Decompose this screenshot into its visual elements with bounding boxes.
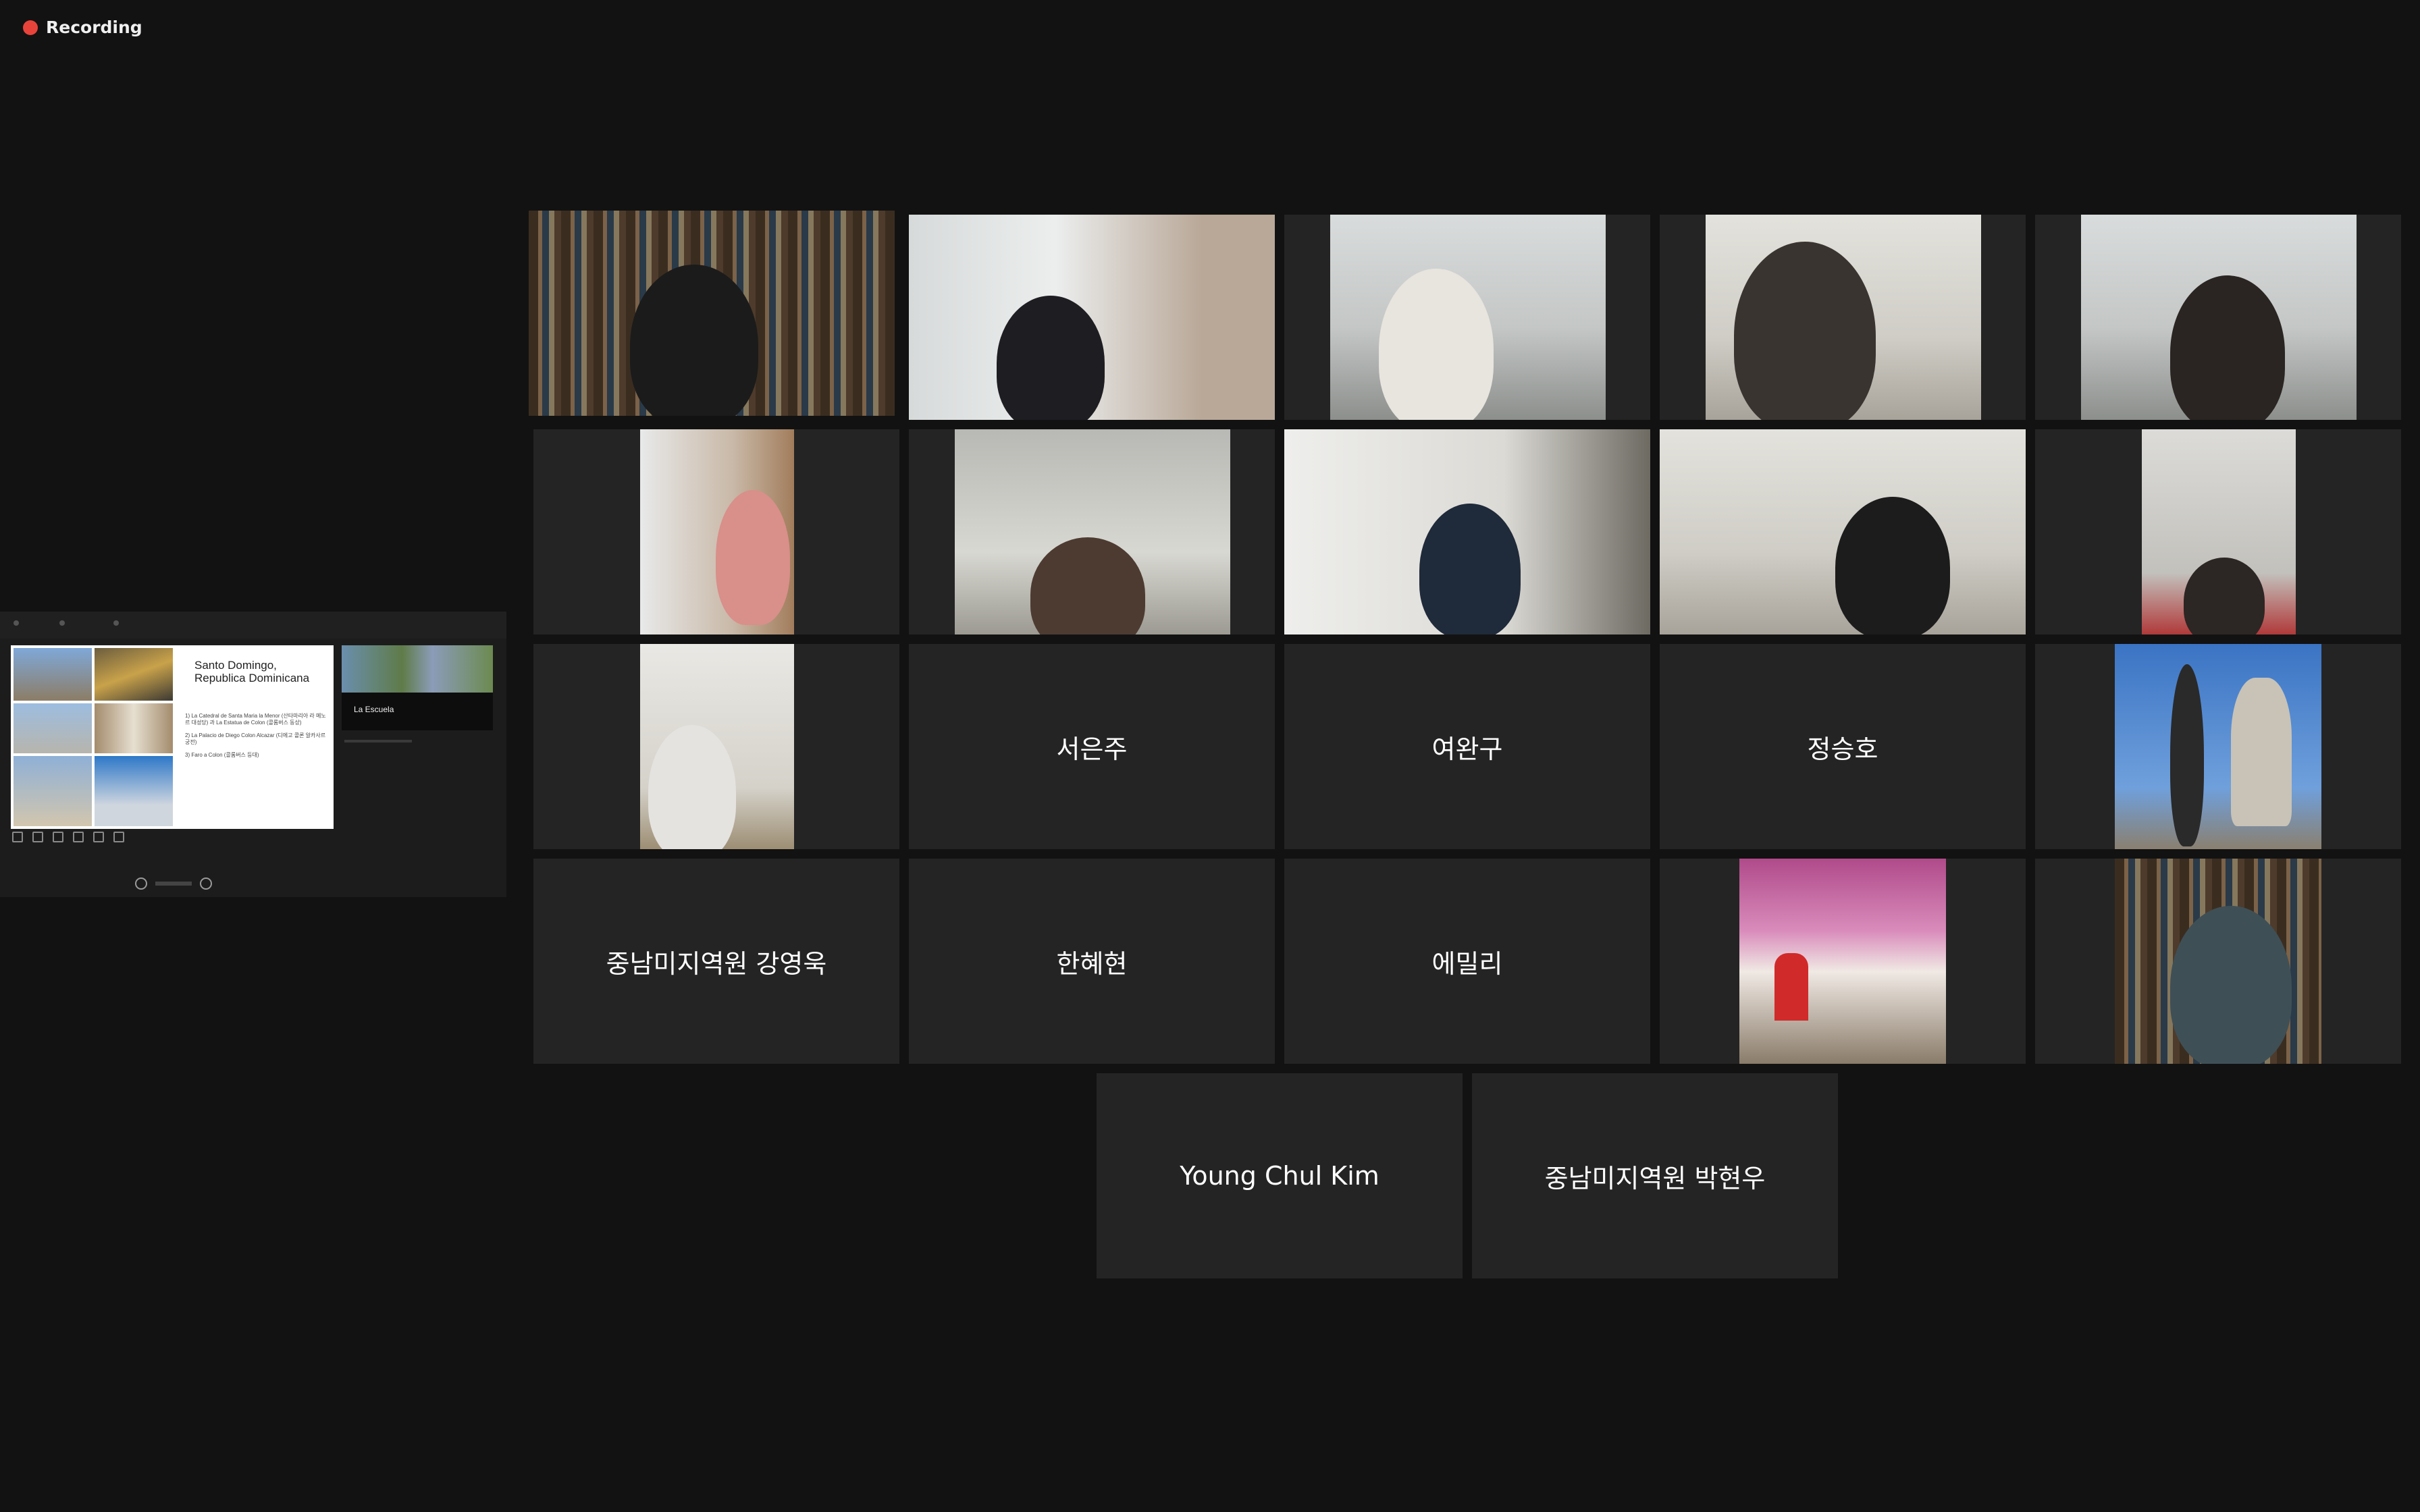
subtitle-icon[interactable] [93,832,104,842]
slide-bullet: 2) La Palacio de Diego Colon Alcazar (디에… [185,732,326,745]
participant-name: 중남미지역원 강영욱 [606,948,827,979]
participant-name [1660,215,2026,420]
annotation-tools [12,832,124,842]
next-slide-label: La Escuela [354,705,394,714]
slide-progress [155,882,192,886]
participant-name [1284,429,1650,634]
next-slide-photo [342,645,493,693]
participant-tile[interactable] [2035,859,2401,1064]
pen-icon[interactable] [12,832,23,842]
grid-icon[interactable] [32,832,43,842]
previous-slide-icon[interactable] [135,878,147,890]
participant-tile[interactable]: 여완구 [1284,644,1650,849]
participant-name: 여완구 [1431,734,1503,764]
slide-title: Santo Domingo, Republica Dominicana [194,659,310,684]
participant-tile[interactable] [1284,215,1650,420]
participant-tile[interactable] [1660,215,2026,420]
participant-tile[interactable] [2035,215,2401,420]
participant-name: 정승호 [1807,734,1878,764]
participant-tile[interactable]: 한혜현 [909,859,1275,1064]
next-slide-preview[interactable]: La Escuela [342,645,493,730]
current-slide: Santo Domingo, Republica Dominicana 1) L… [11,645,334,829]
participant-name: 중남미지역원 박현우 [1544,1163,1766,1193]
participant-name [2035,859,2401,1064]
slide-photo [95,648,173,701]
participant-name [1284,215,1650,420]
participant-tile[interactable] [533,644,899,849]
participant-tile[interactable]: 에밀리 [1284,859,1650,1064]
record-dot-icon [23,20,38,35]
participant-tile[interactable]: 중남미지역원 박현우 [1472,1073,1838,1278]
pointer-icon[interactable] [73,832,84,842]
participant-name [533,644,899,849]
participant-name: 한혜현 [1056,948,1128,979]
participant-tile[interactable]: Young Chul Kim [1097,1073,1463,1278]
participant-tile[interactable]: 중남미지역원 강영욱 [533,859,899,1064]
slide-bullet: 1) La Catedral de Santa Maria la Menor (… [185,713,326,726]
participant-tile[interactable] [1660,429,2026,634]
participant-tile[interactable] [909,429,1275,634]
participant-tile[interactable] [2035,644,2401,849]
participant-tile[interactable]: 정승호 [1660,644,2026,849]
slide-photo [14,756,92,826]
more-icon[interactable] [113,832,124,842]
screen-share-preview[interactable]: Santo Domingo, Republica Dominicana 1) L… [0,612,506,897]
participant-tile[interactable] [533,429,899,634]
next-slide-icon[interactable] [200,878,212,890]
participant-tile[interactable] [529,211,895,416]
participant-name [533,429,899,634]
participant-name [2035,429,2401,634]
participant-tile[interactable] [1660,859,2026,1064]
participant-name: 서은주 [1056,734,1128,764]
participant-name [909,429,1275,634]
slide-photo [95,756,173,826]
tab-dot-icon [113,620,119,626]
zoom-icon[interactable] [53,832,63,842]
slide-photo [95,703,173,753]
tab-dot-icon [59,620,65,626]
participant-tile[interactable] [2035,429,2401,634]
participant-tile[interactable]: 서은주 [909,644,1275,849]
slide-bullet: 3) Faro a Colon (콜롬버스 등대) [185,752,259,758]
participant-name: 에밀리 [1431,948,1503,979]
slide-photo [14,648,92,701]
participant-tile[interactable] [909,215,1275,420]
participant-name [2035,644,2401,849]
recording-indicator[interactable]: Recording [23,18,142,37]
participant-tile[interactable] [1284,429,1650,634]
share-toolbar [0,612,506,639]
participant-name [529,211,895,416]
participant-name [2035,215,2401,420]
participant-name [909,215,1275,420]
speaker-notes [344,740,412,742]
recording-label: Recording [46,18,142,37]
slide-bullets: 1) La Catedral de Santa Maria la Menor (… [185,713,328,765]
slide-navigation [135,878,212,890]
participant-name [1660,429,2026,634]
tab-dot-icon [14,620,19,626]
slide-photo [14,703,92,753]
participant-name [1660,859,2026,1064]
participant-name: Young Chul Kim [1180,1161,1379,1191]
